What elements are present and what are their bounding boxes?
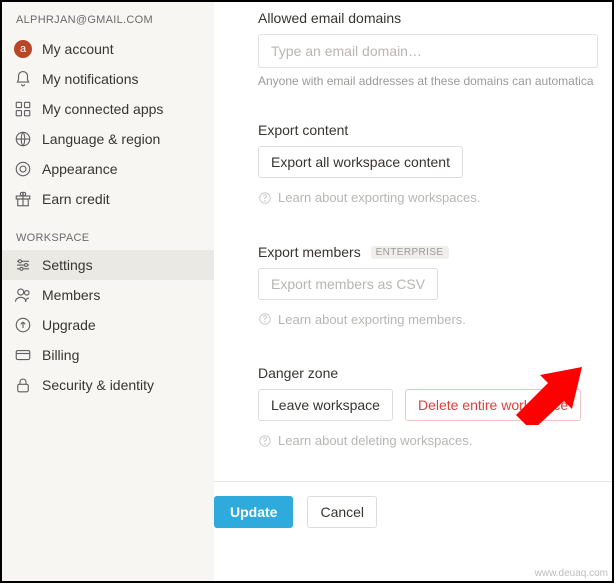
sidebar-item-language-region[interactable]: Language & region <box>2 124 214 154</box>
sidebar-item-my-account[interactable]: a My account <box>2 34 214 64</box>
help-icon <box>258 312 272 326</box>
update-button[interactable]: Update <box>214 496 293 528</box>
sidebar-item-label: Upgrade <box>42 317 96 333</box>
help-icon <box>258 434 272 448</box>
cancel-button[interactable]: Cancel <box>307 496 377 528</box>
learn-export-workspaces[interactable]: Learn about exporting workspaces. <box>258 190 480 205</box>
sidebar-item-connected-apps[interactable]: My connected apps <box>2 94 214 124</box>
export-members-csv-button[interactable]: Export members as CSV <box>258 268 438 300</box>
footer-divider: Update Cancel <box>214 481 612 528</box>
avatar: a <box>14 40 32 58</box>
allowed-domains-title: Allowed email domains <box>258 10 594 26</box>
upgrade-icon <box>14 316 32 334</box>
settings-main: Allowed email domains Anyone with email … <box>214 2 612 581</box>
sidebar-item-label: Members <box>42 287 100 303</box>
export-members-title: Export members ENTERPRISE <box>258 244 594 260</box>
sidebar-item-my-notifications[interactable]: My notifications <box>2 64 214 94</box>
sidebar-item-billing[interactable]: Billing <box>2 340 214 370</box>
lock-icon <box>14 376 32 394</box>
sidebar-item-label: Language & region <box>42 131 160 147</box>
learn-delete-workspaces[interactable]: Learn about deleting workspaces. <box>258 433 472 448</box>
sidebar-item-label: Security & identity <box>42 377 154 393</box>
globe-icon <box>14 130 32 148</box>
appearance-icon <box>14 160 32 178</box>
delete-workspace-button[interactable]: Delete entire workspace <box>405 389 581 421</box>
watermark: www.deuaq.com <box>535 568 608 579</box>
allowed-domains-helper: Anyone with email addresses at these dom… <box>258 74 594 88</box>
sidebar-item-members[interactable]: Members <box>2 280 214 310</box>
learn-export-members[interactable]: Learn about exporting members. <box>258 312 466 327</box>
export-all-content-button[interactable]: Export all workspace content <box>258 146 463 178</box>
enterprise-badge: ENTERPRISE <box>371 246 449 259</box>
danger-zone-title: Danger zone <box>258 365 594 381</box>
sidebar-item-upgrade[interactable]: Upgrade <box>2 310 214 340</box>
sidebar-item-label: My connected apps <box>42 101 163 117</box>
sidebar-item-earn-credit[interactable]: Earn credit <box>2 184 214 214</box>
export-content-title: Export content <box>258 122 594 138</box>
gift-icon <box>14 190 32 208</box>
settings-sidebar: ALPHRJAN@GMAIL.COM a My account My notif… <box>2 2 214 581</box>
sidebar-item-settings[interactable]: Settings <box>2 250 214 280</box>
sidebar-section-workspace: WORKSPACE <box>2 214 214 250</box>
sidebar-item-label: My notifications <box>42 71 138 87</box>
sidebar-item-label: Settings <box>42 257 93 273</box>
apps-icon <box>14 100 32 118</box>
sidebar-item-security[interactable]: Security & identity <box>2 370 214 400</box>
sidebar-item-label: Appearance <box>42 161 118 177</box>
settings-icon <box>14 256 32 274</box>
allowed-domains-input[interactable] <box>258 34 598 68</box>
sidebar-item-label: Earn credit <box>42 191 110 207</box>
members-icon <box>14 286 32 304</box>
sidebar-item-label: Billing <box>42 347 79 363</box>
sidebar-item-appearance[interactable]: Appearance <box>2 154 214 184</box>
leave-workspace-button[interactable]: Leave workspace <box>258 389 393 421</box>
bell-icon <box>14 70 32 88</box>
account-email: ALPHRJAN@GMAIL.COM <box>2 8 214 34</box>
sidebar-item-label: My account <box>42 41 114 57</box>
help-icon <box>258 191 272 205</box>
billing-icon <box>14 346 32 364</box>
